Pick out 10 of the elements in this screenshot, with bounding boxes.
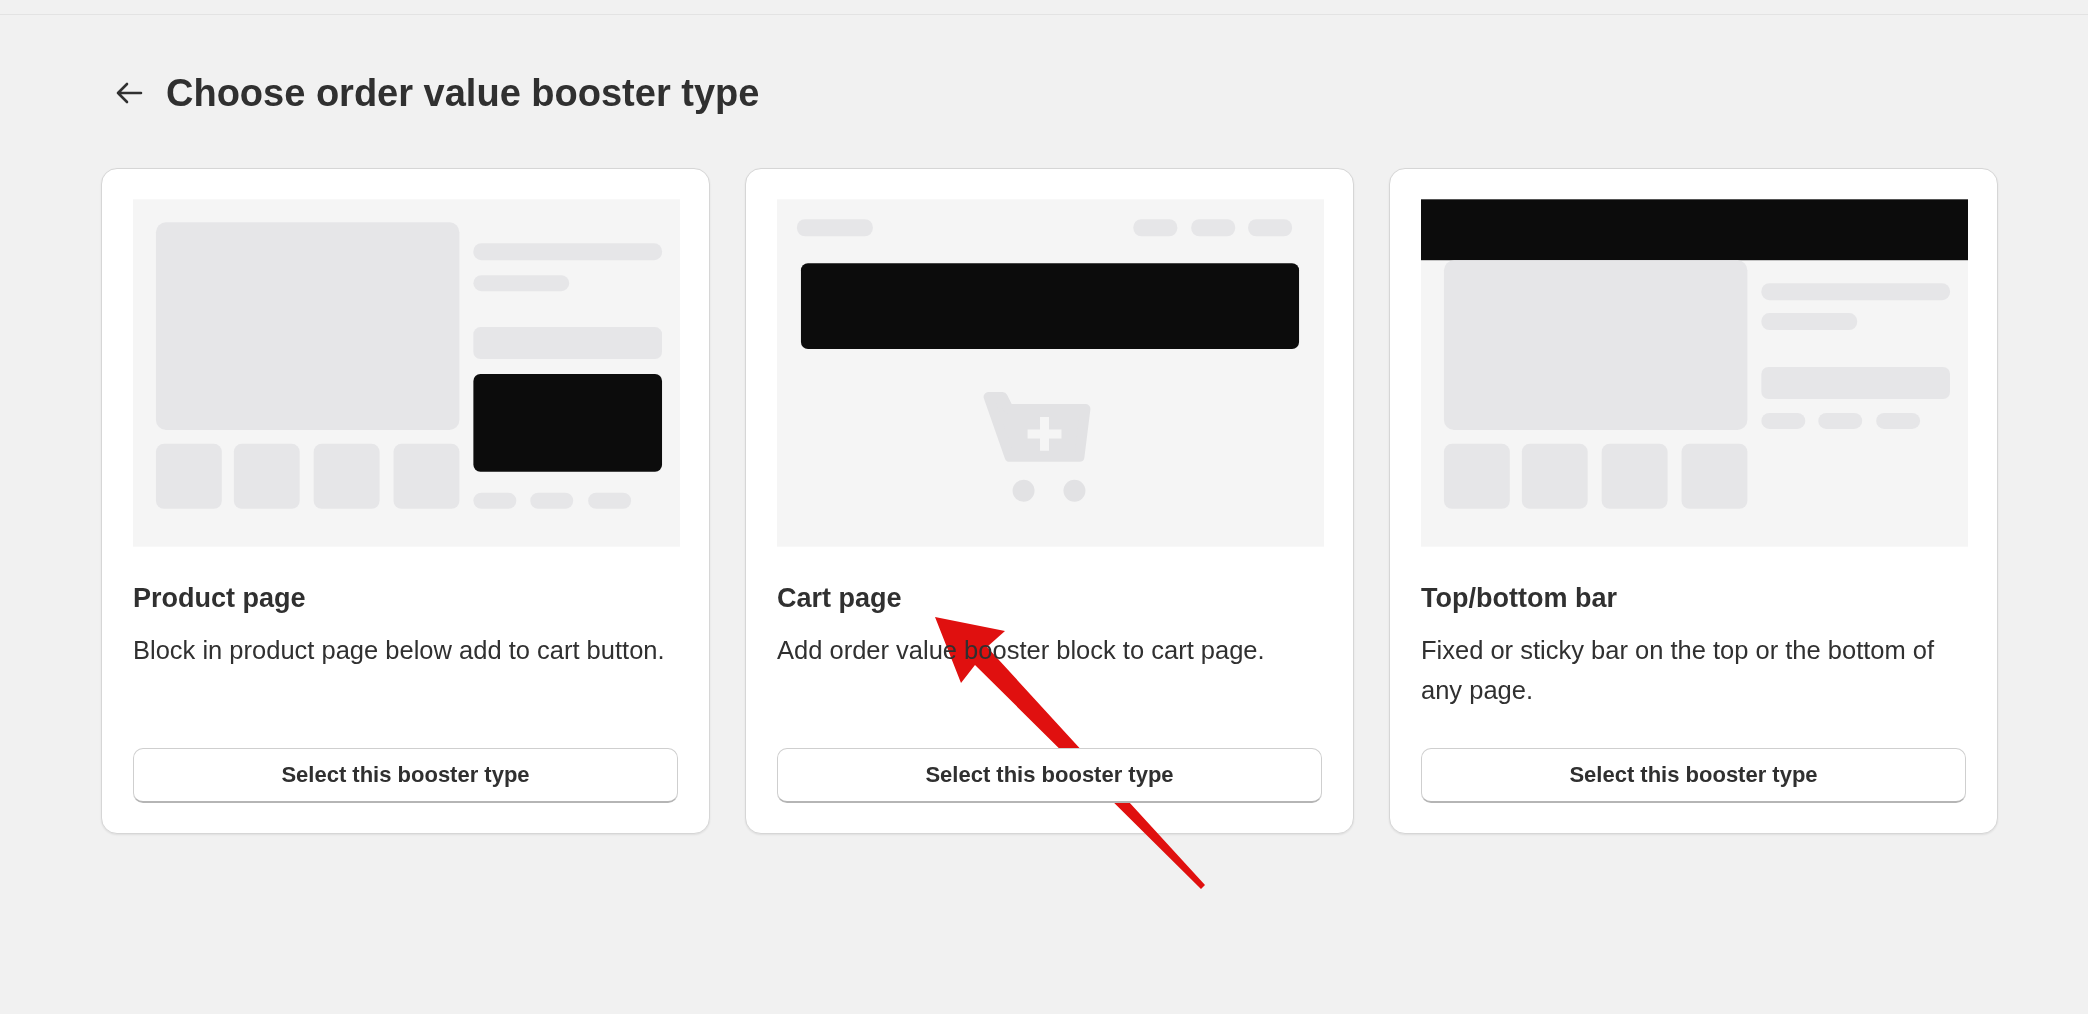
card-title: Product page bbox=[133, 583, 307, 614]
card-title: Top/bottom bar bbox=[1421, 583, 1618, 614]
page-title: Choose order value booster type bbox=[166, 71, 760, 115]
card-title: Cart page bbox=[777, 583, 903, 614]
card-description: Block in product page below add to cart button. bbox=[133, 635, 666, 666]
card-description: Fixed or sticky bar on the top or the bottom of any page. bbox=[1421, 635, 1936, 706]
select-button[interactable]: Select this booster type bbox=[777, 748, 1322, 803]
back-arrow-icon bbox=[114, 81, 144, 105]
select-button[interactable]: Select this booster type bbox=[1421, 748, 1966, 803]
select-button[interactable]: Select this booster type bbox=[133, 748, 678, 803]
